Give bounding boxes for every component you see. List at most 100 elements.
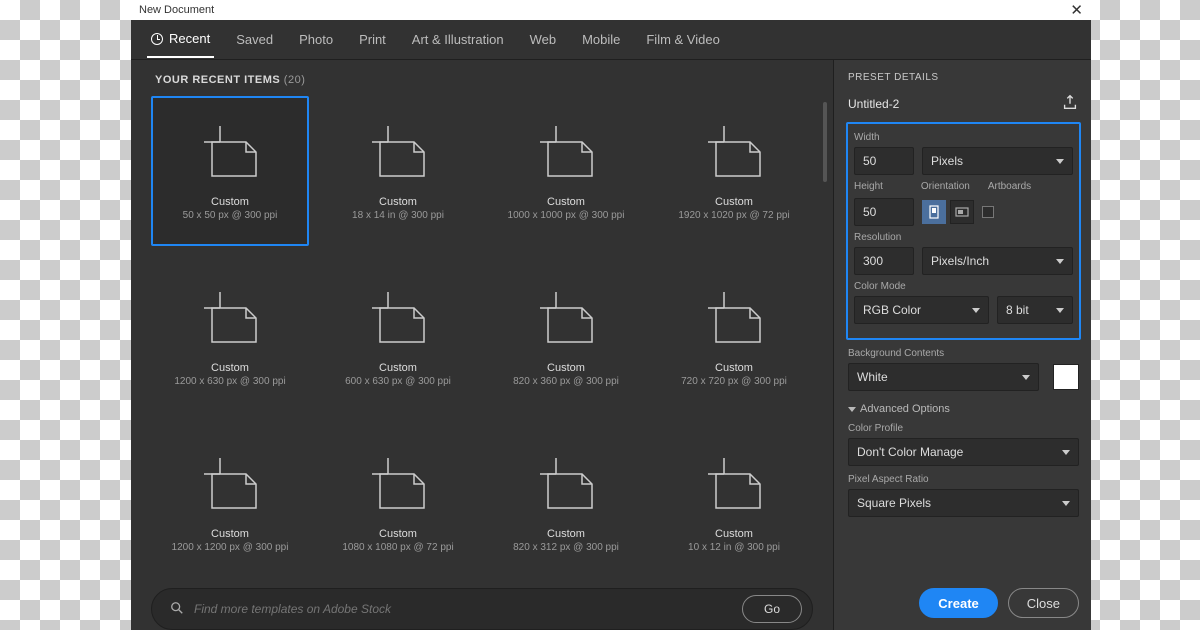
tab-film-video[interactable]: Film & Video [642,22,723,57]
tab-web[interactable]: Web [526,22,561,57]
width-unit-select[interactable]: Pixels [922,147,1073,175]
width-label: Width [854,132,1073,143]
preset-card[interactable]: Custom 1000 x 1000 px @ 300 ppi [487,96,645,246]
preset-card-desc: 1200 x 1200 px @ 300 ppi [172,542,289,553]
preset-thumb-icon [200,122,260,182]
par-select[interactable]: Square Pixels [848,489,1079,517]
resolution-unit-select[interactable]: Pixels/Inch [922,247,1073,275]
bg-select[interactable]: White [848,363,1039,391]
stock-search-input[interactable] [194,602,732,616]
orientation-label: Orientation [921,181,970,192]
chevron-down-icon [848,407,856,412]
preset-card-title: Custom [211,528,249,540]
preset-card[interactable]: Custom 1200 x 1200 px @ 300 ppi [151,428,309,576]
preset-card[interactable]: Custom18 x 14 in @ 300 ppi [319,96,477,246]
clock-icon [151,33,163,45]
preset-thumb-icon [704,454,764,514]
orientation-portrait-button[interactable] [922,200,946,224]
preset-name-input[interactable]: Untitled-2 [848,97,899,111]
preset-tabbar: Recent Saved Photo Print Art & Illustrat… [131,20,1091,60]
preset-thumb-icon [200,288,260,348]
chevron-down-icon [1062,501,1070,506]
preset-card[interactable]: Custom 820 x 312 px @ 300 ppi [487,428,645,576]
preset-card[interactable]: Custom 720 x 720 px @ 300 ppi [655,262,813,412]
dimensions-highlight: Width Pixels Height Orientation Artboard… [846,122,1081,340]
resolution-label: Resolution [854,232,1073,243]
height-input[interactable] [854,198,914,226]
chevron-down-icon [1056,259,1064,264]
titlebar: New Document ✕ [131,0,1091,20]
preset-card-desc: 1200 x 630 px @ 300 ppi [174,376,285,387]
height-label: Height [854,181,883,192]
preset-details-panel: PRESET DETAILS Untitled-2 Width Pixels H… [833,60,1091,630]
preset-card-title: Custom [379,196,417,208]
preset-thumb-icon [200,454,260,514]
colormode-label: Color Mode [854,281,1073,292]
preset-card-desc: 1080 x 1080 px @ 72 ppi [342,542,453,553]
preset-card-title: Custom [547,528,585,540]
preset-card[interactable]: Custom 50 x 50 px @ 300 ppi [151,96,309,246]
preset-thumb-icon [704,122,764,182]
preset-card-title: Custom [715,362,753,374]
bg-label: Background Contents [848,348,1079,359]
preset-card[interactable]: Custom 10 x 12 in @ 300 ppi [655,428,813,576]
preset-thumb-icon [536,454,596,514]
preset-grid: Custom 50 x 50 px @ 300 ppi Custom18 x 14… [151,96,813,576]
close-icon[interactable]: ✕ [1070,3,1083,18]
tab-print[interactable]: Print [355,22,390,57]
adobe-stock-search: Go [151,588,813,630]
preset-details-heading: PRESET DETAILS [848,72,1079,83]
tab-photo[interactable]: Photo [295,22,337,57]
preset-card-desc: 720 x 720 px @ 300 ppi [681,376,787,387]
tab-saved[interactable]: Saved [232,22,277,57]
color-profile-label: Color Profile [848,423,1079,434]
preset-card-desc: 1000 x 1000 px @ 300 ppi [508,210,625,221]
preset-card-title: Custom [547,196,585,208]
preset-card-title: Custom [211,362,249,374]
preset-card-desc: 820 x 312 px @ 300 ppi [513,542,619,553]
resolution-input[interactable] [854,247,914,275]
preset-thumb-icon [368,454,428,514]
export-preset-icon[interactable] [1061,93,1079,114]
artboards-checkbox[interactable] [982,206,994,218]
preset-card-desc: 50 x 50 px @ 300 ppi [183,210,278,221]
preset-card[interactable]: Custom1920 x 1020 px @ 72 ppi [655,96,813,246]
search-icon [170,601,184,618]
stock-go-button[interactable]: Go [742,595,802,623]
preset-card-title: Custom [379,528,417,540]
orientation-landscape-button[interactable] [950,200,974,224]
tab-mobile[interactable]: Mobile [578,22,624,57]
chevron-down-icon [1056,159,1064,164]
preset-card-title: Custom [715,528,753,540]
tab-recent[interactable]: Recent [147,21,214,58]
preset-card[interactable]: Custom820 x 360 px @ 300 ppi [487,262,645,412]
bg-swatch[interactable] [1053,364,1079,390]
recent-items-header: YOUR RECENT ITEMS (20) [131,60,833,96]
scrollbar[interactable] [823,102,827,182]
preset-card-desc: 10 x 12 in @ 300 ppi [688,542,780,553]
advanced-options-toggle[interactable]: Advanced Options [848,403,1079,415]
chevron-down-icon [1056,308,1064,313]
preset-card-title: Custom [547,362,585,374]
colormode-select[interactable]: RGB Color [854,296,989,324]
preset-card-title: Custom [379,362,417,374]
new-document-dialog: New Document ✕ Recent Saved Photo Print … [131,0,1091,630]
chevron-down-icon [972,308,980,313]
preset-card[interactable]: Custom 1080 x 1080 px @ 72 ppi [319,428,477,576]
preset-thumb-icon [368,288,428,348]
bitdepth-select[interactable]: 8 bit [997,296,1073,324]
presets-main: YOUR RECENT ITEMS (20) Custom 50 x 50 px … [131,60,833,630]
tab-label: Recent [169,31,210,46]
preset-card-title: Custom [211,196,249,208]
close-button[interactable]: Close [1008,588,1079,618]
preset-card-desc: 1920 x 1020 px @ 72 ppi [678,210,789,221]
tab-art-illustration[interactable]: Art & Illustration [408,22,508,57]
create-button[interactable]: Create [919,588,997,618]
preset-thumb-icon [704,288,764,348]
artboards-label: Artboards [988,181,1031,192]
preset-card[interactable]: Custom 1200 x 630 px @ 300 ppi [151,262,309,412]
width-input[interactable] [854,147,914,175]
color-profile-select[interactable]: Don't Color Manage [848,438,1079,466]
preset-card[interactable]: Custom600 x 630 px @ 300 ppi [319,262,477,412]
par-label: Pixel Aspect Ratio [848,474,1079,485]
